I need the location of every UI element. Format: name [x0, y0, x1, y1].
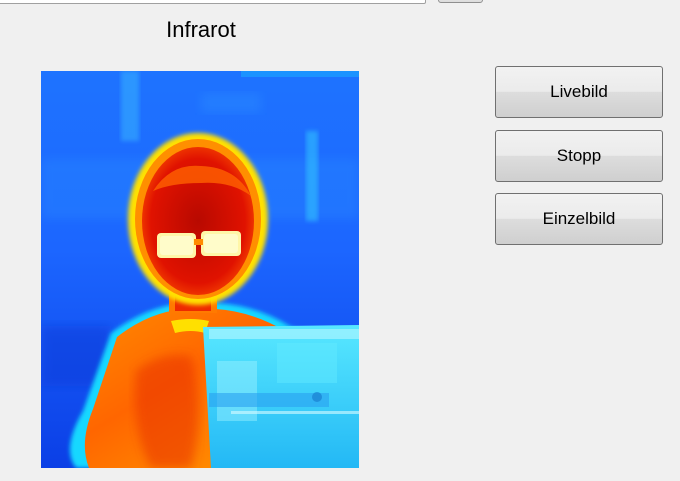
view-title: Infrarot [166, 17, 236, 42]
livebild-button[interactable]: Livebild [495, 66, 663, 118]
infrared-image [41, 71, 359, 468]
stopp-button[interactable]: Stopp [495, 130, 663, 182]
einzelbild-button[interactable]: Einzelbild [495, 193, 663, 245]
top-button[interactable] [438, 0, 483, 3]
top-text-field[interactable] [0, 0, 426, 4]
